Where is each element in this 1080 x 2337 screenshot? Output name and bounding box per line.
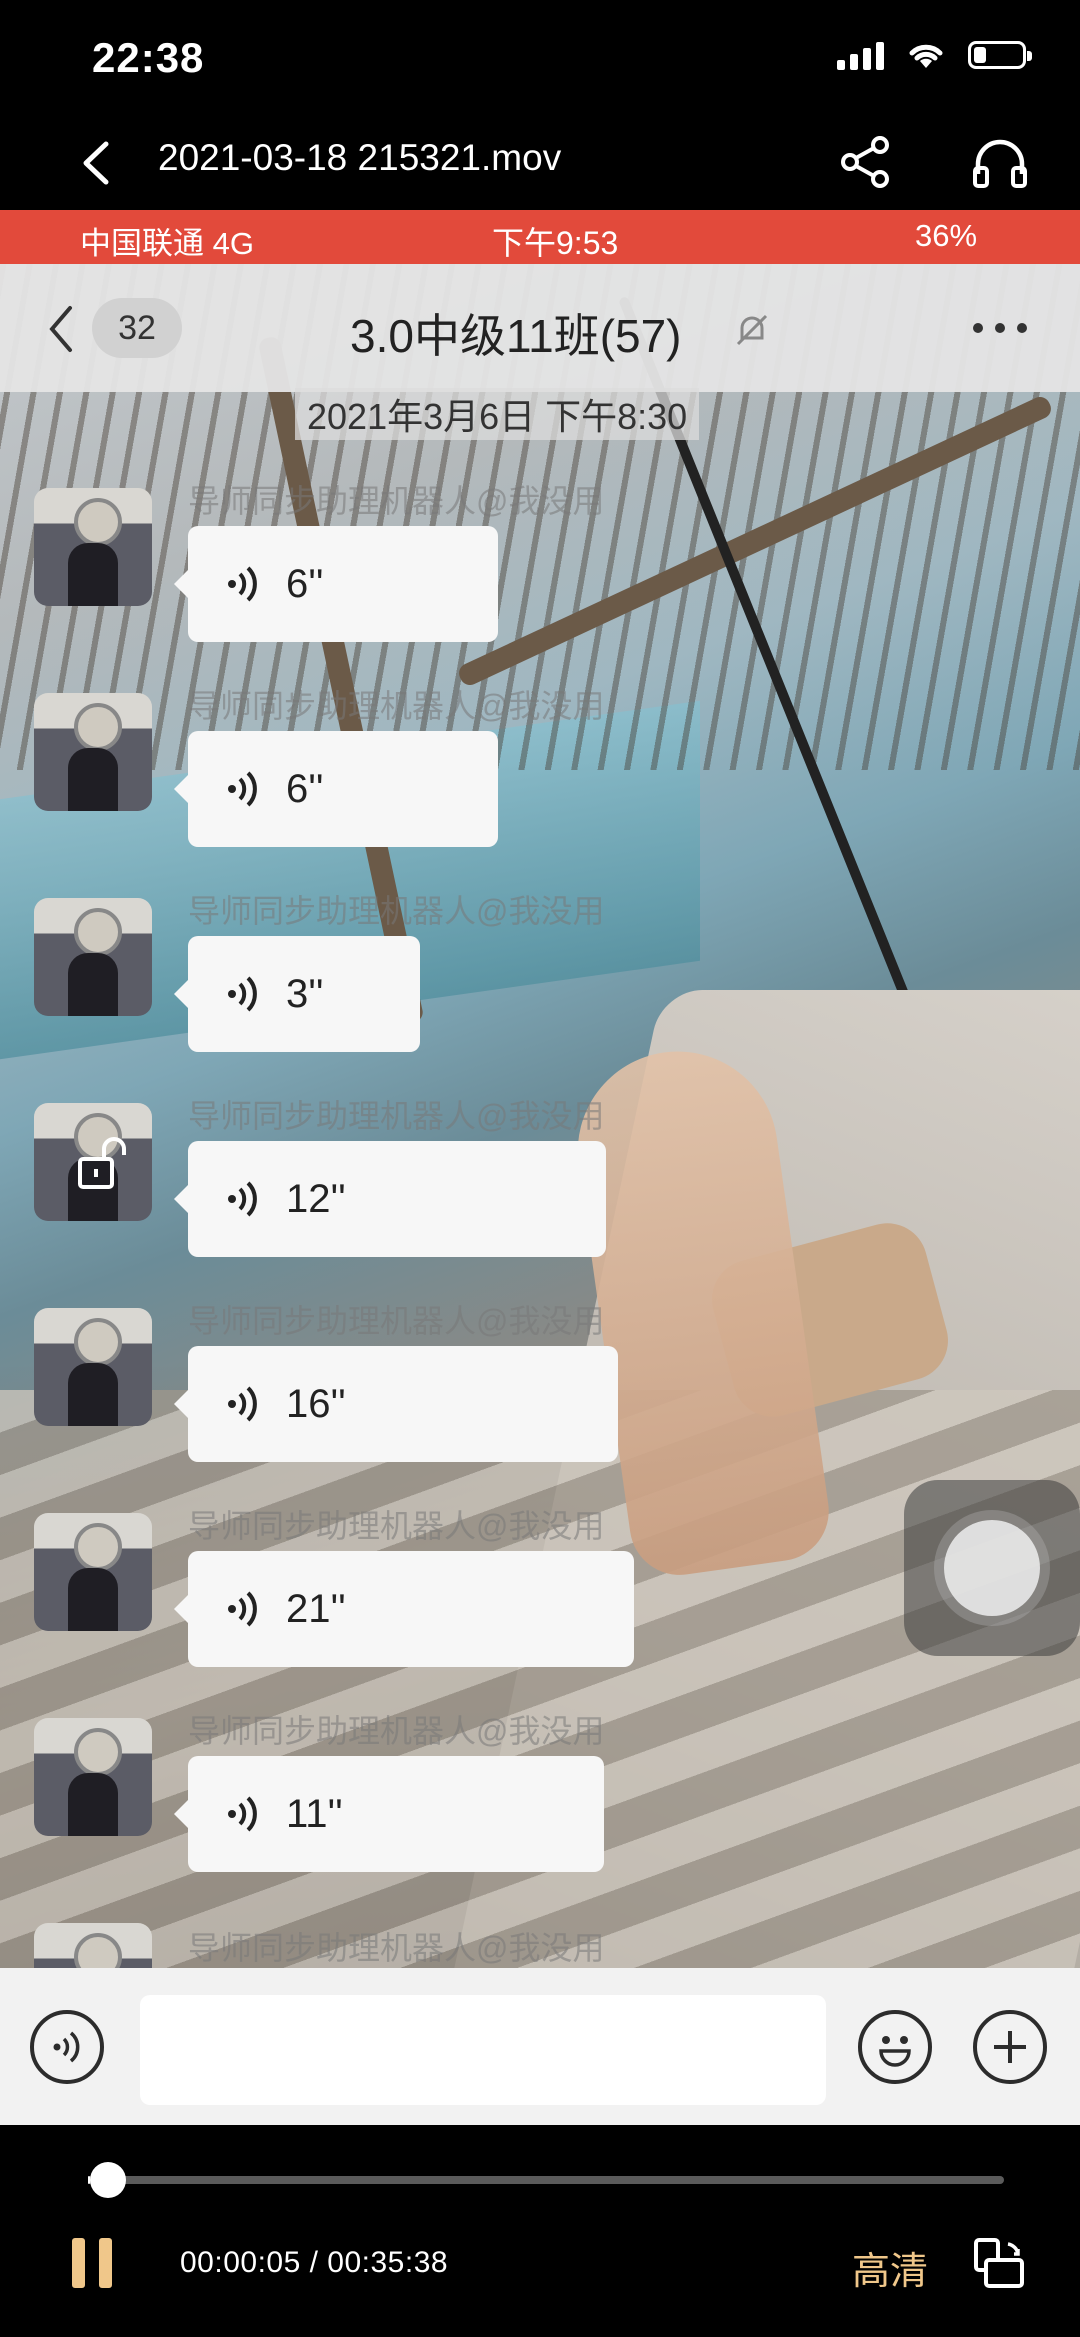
voice-message-bubble[interactable]: 16'' [174, 1346, 618, 1462]
message-item: 导师同步助理机器人@我没用 12'' [0, 1098, 1080, 1308]
status-time: 22:38 [92, 34, 205, 81]
avatar[interactable] [34, 1513, 152, 1631]
voice-message-bubble[interactable]: 6'' [174, 526, 498, 642]
voice-wave-icon [228, 1181, 257, 1217]
quality-button[interactable]: 高清 [852, 2240, 928, 2295]
voice-duration: 3'' [286, 971, 324, 1016]
message-item: 导师同步助理机器人@我没用 [0, 1923, 1080, 1968]
message-item: 导师同步助理机器人@我没用 16'' [0, 1303, 1080, 1513]
video-title: 2021-03-18 215321.mov [158, 137, 562, 178]
headphones-icon[interactable] [970, 134, 1030, 190]
voice-input-icon[interactable] [30, 2010, 104, 2084]
battery-icon [968, 41, 1032, 69]
voice-wave-icon [228, 1386, 257, 1422]
recorded-carrier: 中国联通 4G [80, 226, 254, 261]
chat-back-icon[interactable] [46, 304, 76, 354]
wifi-icon [909, 44, 943, 68]
sender-name: 导师同步助理机器人@我没用 [188, 893, 605, 929]
avatar[interactable] [34, 1923, 152, 1968]
sender-name: 导师同步助理机器人@我没用 [188, 1508, 605, 1544]
share-icon[interactable] [838, 134, 894, 190]
voice-duration: 6'' [286, 766, 324, 811]
sender-name: 导师同步助理机器人@我没用 [188, 1303, 605, 1339]
message-item: 导师同步助理机器人@我没用 11'' [0, 1713, 1080, 1923]
voice-message-bubble[interactable]: 11'' [174, 1756, 604, 1872]
assistive-touch-button[interactable] [904, 1480, 1080, 1656]
sender-name: 导师同步助理机器人@我没用 [188, 1098, 605, 1134]
message-item: 导师同步助理机器人@我没用 3'' [0, 893, 1080, 1103]
avatar[interactable] [34, 1308, 152, 1426]
chat-date-separator: 2021年3月6日 下午8:30 [295, 388, 700, 440]
unread-badge: 32 [92, 298, 182, 358]
avatar[interactable] [34, 898, 152, 1016]
sender-name: 导师同步助理机器人@我没用 [188, 1930, 605, 1966]
rotate-screen-icon[interactable] [970, 2236, 1026, 2292]
pause-icon[interactable] [72, 2238, 112, 2288]
message-item: 导师同步助理机器人@我没用 6'' [0, 483, 1080, 693]
back-arrow-icon[interactable] [78, 140, 114, 186]
message-input[interactable] [140, 1995, 826, 2105]
voice-wave-icon [228, 771, 257, 807]
cellular-signal-icon [837, 40, 884, 70]
more-options-icon[interactable] [970, 318, 1030, 338]
sender-name: 导师同步助理机器人@我没用 [188, 1713, 605, 1749]
avatar[interactable] [34, 488, 152, 606]
voice-message-bubble[interactable]: 21'' [174, 1551, 634, 1667]
plus-icon[interactable] [973, 2010, 1047, 2084]
voice-wave-icon [228, 1591, 257, 1627]
progress-thumb[interactable] [89, 2162, 126, 2198]
recorded-battery: 36% [915, 218, 978, 253]
voice-duration: 6'' [286, 561, 324, 606]
mute-bell-icon [736, 314, 768, 346]
avatar[interactable] [34, 693, 152, 811]
voice-duration: 16'' [286, 1381, 346, 1426]
emoji-icon[interactable] [858, 2010, 932, 2084]
sender-name: 导师同步助理机器人@我没用 [188, 688, 605, 724]
progress-track[interactable] [88, 2176, 1004, 2184]
recorded-time: 下午9:53 [492, 225, 619, 261]
playback-time: 00:00:05 / 00:35:38 [180, 2246, 449, 2279]
player-controls [0, 2125, 1080, 2337]
status-icons [837, 40, 1032, 70]
message-item: 导师同步助理机器人@我没用 6'' [0, 688, 1080, 898]
voice-duration: 11'' [286, 1791, 343, 1836]
voice-wave-icon [228, 1796, 257, 1832]
chat-title: 3.0中级11班(57) [350, 310, 682, 362]
voice-message-bubble[interactable]: 12'' [174, 1141, 606, 1257]
voice-duration: 21'' [286, 1586, 346, 1631]
voice-duration: 12'' [286, 1176, 346, 1221]
unlock-icon [78, 1137, 126, 1189]
voice-wave-icon [228, 976, 257, 1012]
voice-message-bubble[interactable]: 6'' [174, 731, 498, 847]
voice-message-bubble[interactable]: 3'' [174, 936, 420, 1052]
voice-wave-icon [228, 566, 257, 602]
avatar[interactable] [34, 1718, 152, 1836]
sender-name: 导师同步助理机器人@我没用 [188, 483, 605, 519]
